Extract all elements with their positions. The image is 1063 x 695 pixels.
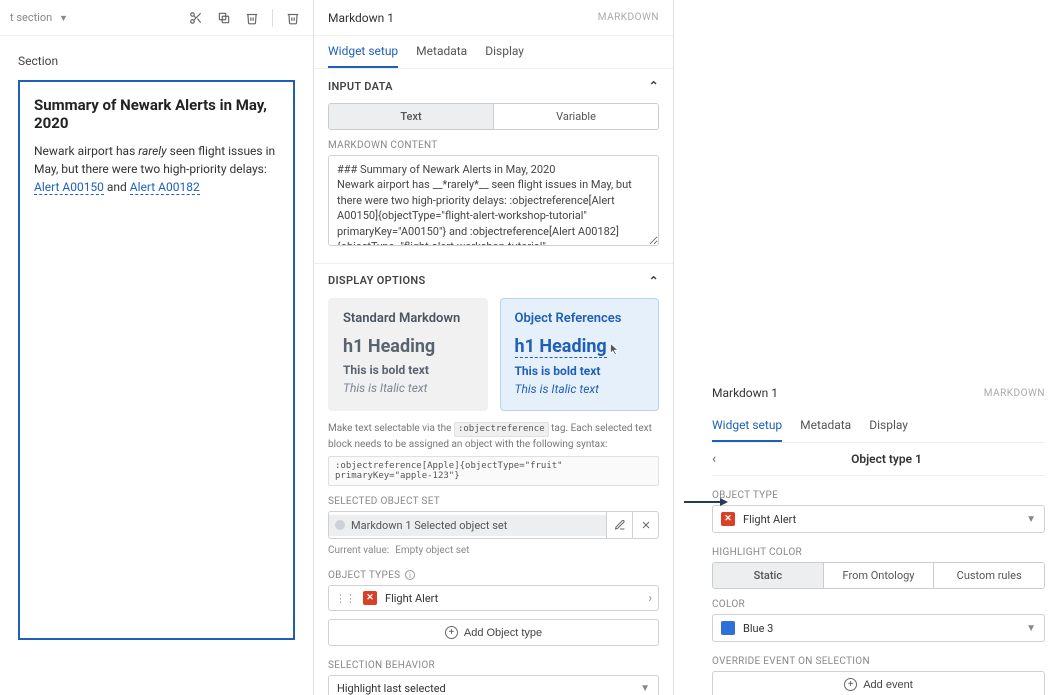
edit-object-set-button[interactable] [606, 512, 632, 538]
card-standard-markdown[interactable]: Standard Markdown h1 Heading This is bol… [328, 298, 488, 411]
selected-object-set-chip[interactable]: Markdown 1 Selected object set [329, 515, 606, 536]
card-object-references[interactable]: Object References h1 Heading This is bol… [500, 298, 660, 411]
markdown-content-label: MARKDOWN CONTENT [328, 140, 659, 151]
chevron-down-icon: ▼ [59, 14, 68, 24]
chevron-up-icon: ⌃ [649, 79, 659, 93]
highlight-color-label: HIGHLIGHT COLOR [712, 547, 1045, 558]
plus-circle-icon: + [844, 678, 857, 691]
section-header-label: Section [18, 46, 295, 80]
object-set-dot-icon [335, 520, 345, 530]
drag-handle-icon[interactable]: ⋮⋮ [335, 592, 355, 605]
chevron-down-icon: ▼ [1026, 623, 1036, 634]
widget-tabs: Widget setup Metadata Display [314, 36, 673, 69]
preview-title: Summary of Newark Alerts in May, 2020 [34, 96, 279, 132]
help-text: Make text selectable via the :objectrefe… [328, 421, 659, 453]
object-type-row[interactable]: ⋮⋮ ✕ Flight Alert › [328, 585, 659, 611]
widget-type-label: MARKDOWN [598, 12, 659, 23]
widget-title: Markdown 1 [712, 386, 778, 400]
markdown-content-input[interactable] [328, 155, 659, 246]
tab-widget-setup[interactable]: Widget setup [328, 36, 398, 68]
color-swatch [721, 621, 735, 635]
chevron-right-icon: › [648, 591, 652, 605]
cursor-icon [609, 342, 621, 356]
seg-text[interactable]: Text [329, 104, 493, 129]
tab-metadata[interactable]: Metadata [416, 36, 467, 68]
tab-metadata[interactable]: Metadata [800, 410, 851, 442]
chevron-up-icon: ⌃ [649, 274, 659, 288]
object-reference-link[interactable]: Alert A00150 [34, 180, 104, 195]
section-dropdown[interactable]: t section ▼ [8, 11, 68, 24]
current-value-row: Current value: Empty object set [328, 545, 659, 556]
widget-type-label: MARKDOWN [984, 388, 1045, 399]
flight-alert-icon: ✕ [363, 591, 377, 605]
info-icon: i [405, 570, 415, 580]
seg-from-ontology[interactable]: From Ontology [823, 563, 934, 588]
copy-icon[interactable] [212, 6, 236, 30]
tab-display[interactable]: Display [869, 410, 908, 442]
syntax-example: :objectreference[Apple]{objectType="frui… [328, 456, 659, 486]
tab-display[interactable]: Display [485, 36, 524, 68]
display-options-header[interactable]: DISPLAY OPTIONS ⌃ [314, 264, 673, 298]
object-type-label: OBJECT TYPE [712, 490, 1045, 501]
seg-static[interactable]: Static [713, 563, 823, 588]
selection-behavior-select[interactable]: Highlight last selected ▼ [328, 675, 659, 695]
add-object-type-button[interactable]: + Add Object type [328, 619, 659, 646]
seg-custom-rules[interactable]: Custom rules [933, 563, 1044, 588]
divider [272, 9, 273, 27]
seg-variable[interactable]: Variable [493, 104, 658, 129]
clear-object-set-button[interactable] [632, 512, 658, 538]
add-event-button[interactable]: + Add event [712, 671, 1045, 695]
markdown-preview[interactable]: Summary of Newark Alerts in May, 2020 Ne… [18, 80, 295, 640]
input-type-segmented: Text Variable [328, 103, 659, 130]
cut-icon[interactable] [184, 6, 208, 30]
chevron-down-icon: ▼ [1026, 514, 1036, 525]
object-types-label: OBJECT TYPES i [328, 570, 659, 581]
input-data-header[interactable]: INPUT DATA ⌃ [314, 69, 673, 103]
color-label: COLOR [712, 599, 1045, 610]
object-type-select[interactable]: ✕ Flight Alert ▼ [712, 505, 1045, 533]
widget-title: Markdown 1 [328, 11, 394, 25]
tab-widget-setup[interactable]: Widget setup [712, 410, 782, 442]
flight-alert-icon: ✕ [721, 512, 735, 526]
selected-object-set-row: Markdown 1 Selected object set [328, 511, 659, 539]
delete-section-icon[interactable] [281, 6, 305, 30]
object-reference-link[interactable]: Alert A00182 [130, 180, 200, 195]
breadcrumb-back-button[interactable]: ‹ [712, 451, 728, 467]
breadcrumb-title: Object type 1 [728, 452, 1045, 466]
preview-body: Newark airport has rarely seen flight is… [34, 142, 279, 196]
delete-icon[interactable] [240, 6, 264, 30]
plus-circle-icon: + [445, 626, 458, 639]
override-event-label: OVERRIDE EVENT ON SELECTION [712, 656, 1045, 667]
highlight-color-segmented: Static From Ontology Custom rules [712, 562, 1045, 589]
section-dropdown-label: t section [10, 11, 52, 24]
selected-object-set-label: SELECTED OBJECT SET [328, 496, 659, 507]
selection-behavior-label: SELECTION BEHAVIOR [328, 660, 659, 671]
arrow-icon [682, 497, 728, 507]
chevron-down-icon: ▼ [640, 683, 650, 694]
widget-tabs: Widget setup Metadata Display [712, 410, 1045, 443]
color-select[interactable]: Blue 3 ▼ [712, 614, 1045, 642]
